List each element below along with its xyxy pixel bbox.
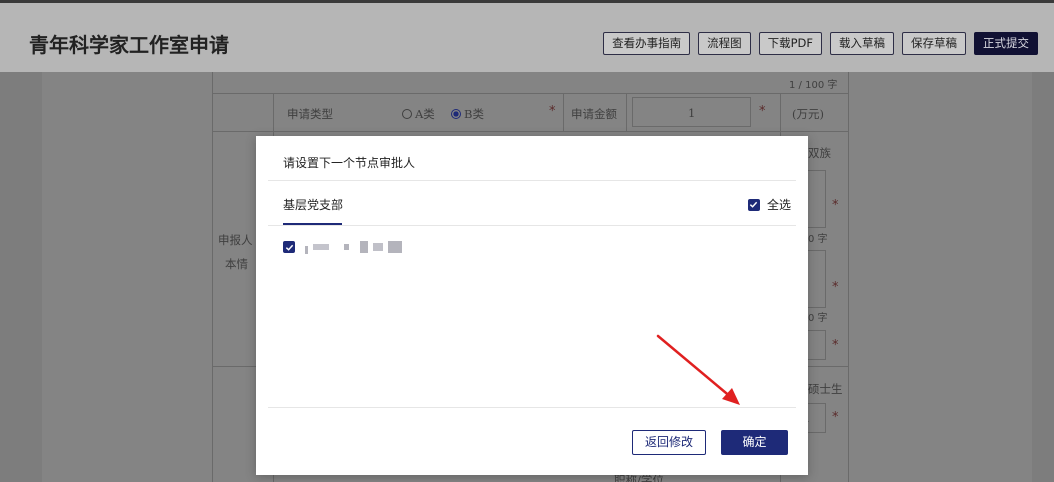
apply-type-radio-a[interactable]: A类: [402, 106, 435, 122]
amount-label: 申请金额: [571, 107, 617, 121]
required-mark: *: [549, 104, 556, 119]
checkbox-checked-icon: [283, 241, 295, 253]
required-mark: *: [832, 338, 839, 353]
form-col-divider: [563, 93, 564, 131]
approver-item[interactable]: [283, 240, 402, 254]
guide-button[interactable]: 查看办事指南: [603, 32, 691, 55]
apply-type-radio-b[interactable]: B类: [451, 106, 484, 122]
required-mark: *: [832, 280, 839, 295]
checkbox-checked-icon: [747, 198, 760, 211]
confirm-button[interactable]: 确定: [721, 430, 788, 455]
required-mark: *: [832, 198, 839, 213]
divider: [268, 407, 796, 408]
radio-empty-icon: [402, 109, 412, 119]
submit-button[interactable]: 正式提交: [974, 32, 1038, 55]
form-row-divider: [212, 93, 849, 94]
option-a-label: A类: [415, 107, 435, 121]
required-mark: *: [759, 104, 766, 119]
amount-unit: (万元): [792, 107, 824, 121]
form-row-divider: [212, 131, 849, 132]
download-pdf-button[interactable]: 下载PDF: [758, 32, 822, 55]
flowchart-button[interactable]: 流程图: [698, 32, 751, 55]
approver-dialog: 请设置下一个节点审批人 基层党支部 全选 返回修改 确定: [256, 136, 808, 475]
save-draft-button[interactable]: 保存草稿: [902, 32, 966, 55]
apply-type-label: 申请类型: [287, 107, 333, 121]
approver-name-redacted: [305, 240, 402, 254]
amount-input[interactable]: 1: [632, 97, 751, 127]
applicant-label: 申报人: [218, 233, 253, 247]
load-draft-button[interactable]: 载入草稿: [830, 32, 894, 55]
divider: [268, 180, 796, 181]
divider: [268, 225, 796, 226]
amount-value: 1: [688, 106, 696, 120]
form-col-divider: [626, 93, 627, 131]
app-header: 青年科学家工作室申请 查看办事指南 流程图 下载PDF 载入草稿 保存草稿 正式…: [0, 0, 1054, 72]
header-toolbar: 查看办事指南 流程图 下载PDF 载入草稿 保存草稿 正式提交: [603, 32, 1038, 55]
dialog-title: 请设置下一个节点审批人: [283, 156, 416, 170]
select-all-label: 全选: [766, 198, 791, 212]
partial-field-text: 双族: [808, 146, 831, 160]
char-counter: 0 字: [808, 234, 828, 245]
required-mark: *: [832, 410, 839, 425]
tab-party-branch[interactable]: 基层党支部: [283, 196, 343, 226]
partial-field-text: 硕士生: [808, 382, 843, 396]
back-to-edit-button[interactable]: 返回修改: [632, 430, 706, 455]
option-b-label: B类: [464, 107, 484, 121]
page-title: 青年科学家工作室申请: [29, 33, 229, 57]
char-counter: 1 / 100 字: [789, 80, 838, 91]
radio-selected-icon: [451, 109, 461, 119]
select-all-checkbox[interactable]: 全选: [747, 196, 791, 213]
char-counter: 0 字: [808, 313, 828, 324]
applicant-label-line2: 本情: [225, 257, 248, 271]
